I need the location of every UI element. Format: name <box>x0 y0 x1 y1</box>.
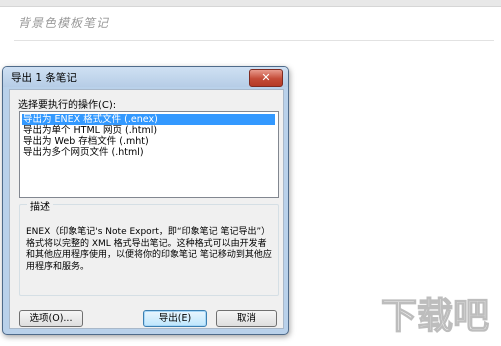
watermark-text: 下载吧 <box>381 296 489 337</box>
list-item-single-html[interactable]: 导出为单个 HTML 网页 (.html) <box>22 125 157 136</box>
site-watermark-logo: 下载吧 <box>376 286 494 342</box>
close-icon: ✕ <box>261 71 271 84</box>
note-title[interactable]: 背景色模板笔记 <box>18 14 109 31</box>
list-item-mht[interactable]: 导出为 Web 存档文件 (.mht) <box>22 136 149 147</box>
description-text: ENEX（印象笔记's Note Export，即“印象笔记 笔记导出”）格式将… <box>26 227 272 272</box>
close-button[interactable]: ✕ <box>249 69 283 87</box>
cancel-button[interactable]: 取消 <box>216 310 277 327</box>
export-dialog: 导出 1 条笔记 ✕ 选择要执行的操作(C): 导出为 ENEX 格式文件 (.… <box>2 66 289 335</box>
dialog-body: 选择要执行的操作(C): 导出为 ENEX 格式文件 (.enex) 导出为单个… <box>9 89 284 329</box>
description-heading: 描述 <box>27 198 53 213</box>
title-divider <box>14 40 494 41</box>
list-item-multi-html[interactable]: 导出为多个网页文件 (.html) <box>22 147 144 158</box>
dialog-title: 导出 1 条笔记 <box>11 72 77 84</box>
export-button[interactable]: 导出(E) <box>143 310 207 327</box>
toolbar-strip <box>0 0 501 7</box>
dialog-titlebar[interactable]: 导出 1 条笔记 ✕ <box>3 67 288 87</box>
action-prompt-label: 选择要执行的操作(C): <box>18 100 117 111</box>
list-item-enex[interactable]: 导出为 ENEX 格式文件 (.enex) <box>22 114 275 125</box>
options-button[interactable]: 选项(O)... <box>19 310 83 327</box>
export-format-list[interactable]: 导出为 ENEX 格式文件 (.enex) 导出为单个 HTML 网页 (.ht… <box>19 111 279 198</box>
description-group: 描述 ENEX（印象笔记's Note Export，即“印象笔记 笔记导出”）… <box>19 198 279 296</box>
